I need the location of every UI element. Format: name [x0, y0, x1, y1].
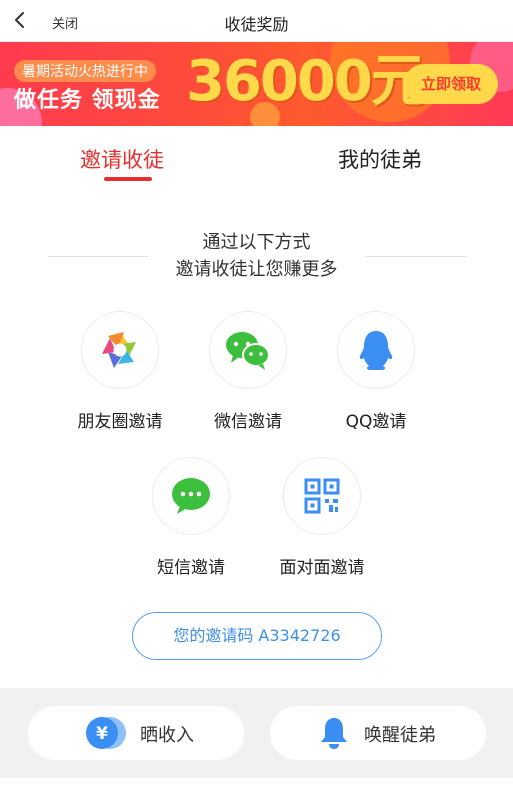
share-qq[interactable]: QQ邀请 — [316, 311, 436, 432]
active-tab-indicator — [104, 177, 152, 181]
top-bar: 关闭 收徒奖励 — [0, 0, 513, 42]
tab-invite-apprentice[interactable]: 邀请收徒 — [80, 144, 164, 174]
page-title: 收徒奖励 — [224, 15, 289, 34]
share-wechat-label: 微信邀请 — [214, 412, 282, 432]
svg-text:¥: ¥ — [96, 724, 108, 744]
wechat-icon[interactable] — [209, 311, 287, 389]
qq-icon[interactable] — [337, 311, 415, 389]
banner-tag: 暑期活动火热进行中 — [14, 60, 156, 82]
bottom-bar: ¥ 晒收入 唤醒徒弟 — [0, 688, 513, 778]
qrcode-icon[interactable] — [283, 457, 361, 535]
bell-icon — [321, 718, 347, 749]
claim-now-button[interactable]: 立即领取 — [404, 64, 498, 104]
promo-banner[interactable]: 暑期活动火热进行中 做任务 领现金 36000元 立即领取 — [0, 42, 513, 126]
share-face-to-face-label: 面对面邀请 — [279, 558, 365, 578]
share-moments-label: 朋友圈邀请 — [77, 412, 163, 432]
banner-headline: 做任务 领现金 — [14, 88, 161, 113]
banner-amount: 36000元 — [186, 49, 427, 114]
share-face-to-face[interactable]: 面对面邀请 — [262, 457, 382, 578]
share-qq-label: QQ邀请 — [345, 412, 407, 432]
invite-code-button[interactable]: 您的邀请码 A3342726 — [132, 612, 382, 660]
share-moments[interactable]: 朋友圈邀请 — [60, 311, 180, 432]
heading-line-2: 邀请收徒让您赚更多 — [175, 259, 338, 280]
moments-icon[interactable] — [81, 311, 159, 389]
wake-apprentice-button[interactable]: 唤醒徒弟 — [270, 706, 486, 760]
wake-apprentice-label: 唤醒徒弟 — [364, 725, 436, 746]
yuan-coin-icon: ¥ — [86, 717, 126, 749]
share-sms-label: 短信邀请 — [157, 558, 225, 578]
heading-line-1: 通过以下方式 — [202, 232, 311, 253]
show-income-button[interactable]: ¥ 晒收入 — [28, 706, 244, 760]
share-sms[interactable]: 短信邀请 — [131, 457, 251, 578]
sms-icon[interactable] — [152, 457, 230, 535]
show-income-label: 晒收入 — [140, 725, 194, 746]
tab-my-apprentices[interactable]: 我的徒弟 — [338, 144, 422, 174]
share-wechat[interactable]: 微信邀请 — [188, 311, 308, 432]
